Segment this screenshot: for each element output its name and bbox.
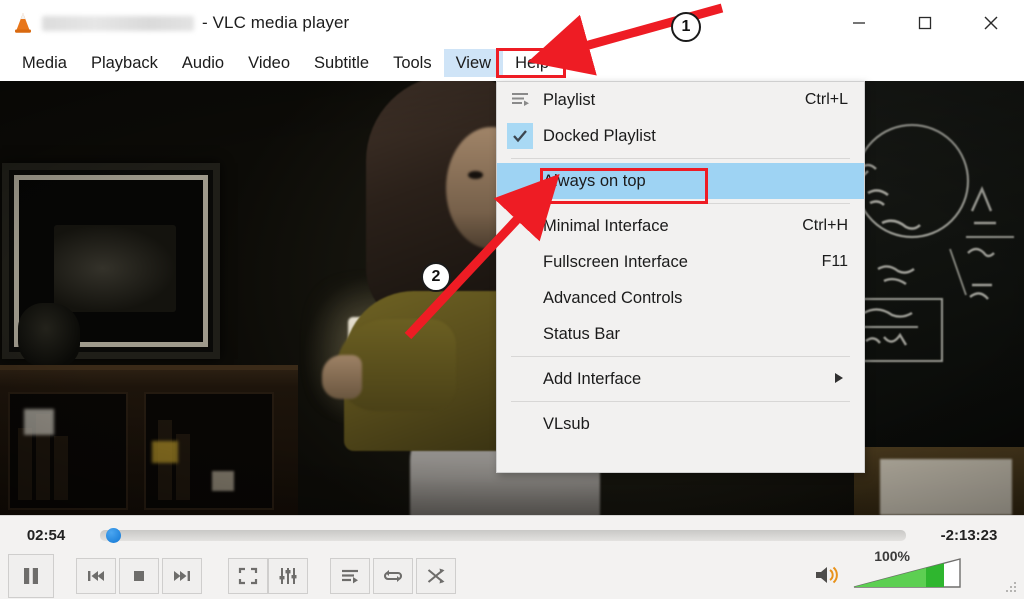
menu-item-label: Minimal Interface bbox=[543, 216, 669, 235]
menu-item-accel: Ctrl+L bbox=[804, 91, 848, 108]
menu-item-label: Status Bar bbox=[543, 324, 621, 343]
menu-item-label: VLsub bbox=[543, 414, 590, 433]
previous-button[interactable] bbox=[76, 558, 116, 594]
check-icon bbox=[507, 123, 533, 149]
menu-separator bbox=[511, 158, 850, 159]
menu-item-add-interface[interactable]: Add Interface bbox=[497, 361, 864, 397]
remaining-time: -2:13:23 bbox=[940, 526, 998, 544]
menu-item-vlsub[interactable]: VLsub bbox=[497, 406, 864, 442]
menu-tools[interactable]: Tools bbox=[381, 49, 444, 77]
menu-item-accel: F11 bbox=[821, 253, 848, 270]
menu-item-docked-playlist[interactable]: Docked Playlist bbox=[497, 118, 864, 154]
video-board-paper bbox=[880, 459, 1012, 515]
volume-slider[interactable] bbox=[852, 556, 964, 595]
video-shelf-label bbox=[212, 471, 234, 491]
menu-separator bbox=[511, 356, 850, 357]
video-shelf-white-item bbox=[24, 409, 54, 435]
loop-button[interactable] bbox=[373, 558, 413, 594]
menu-item-label: Fullscreen Interface bbox=[543, 252, 688, 271]
seek-row: 02:54 -2:13:23 bbox=[0, 522, 1024, 548]
menu-item-label: Playlist bbox=[543, 90, 596, 109]
seek-slider[interactable] bbox=[100, 527, 906, 543]
menu-separator bbox=[511, 401, 850, 402]
pause-button[interactable] bbox=[8, 554, 54, 598]
seek-knob[interactable] bbox=[106, 527, 121, 543]
window-title: - VLC media player bbox=[42, 10, 349, 36]
annotation-highlight-view bbox=[496, 48, 566, 78]
menu-item-fullscreen-interface[interactable]: Fullscreen Interface F11 bbox=[497, 244, 864, 280]
menu-media[interactable]: Media bbox=[10, 49, 79, 77]
annotation-marker-2: 2 bbox=[421, 262, 451, 292]
video-cabinet bbox=[0, 365, 298, 515]
video-shelf-object bbox=[18, 303, 80, 367]
close-button[interactable] bbox=[958, 0, 1024, 45]
fullscreen-button[interactable] bbox=[228, 558, 268, 594]
playlist-button[interactable] bbox=[330, 558, 370, 594]
menu-playback[interactable]: Playback bbox=[79, 49, 170, 77]
menu-item-label: Add Interface bbox=[543, 369, 642, 388]
next-button[interactable] bbox=[162, 558, 202, 594]
menu-audio[interactable]: Audio bbox=[170, 49, 236, 77]
view-dropdown-menu: Playlist Ctrl+L Docked Playlist Always o… bbox=[496, 81, 865, 473]
stop-button[interactable] bbox=[119, 558, 159, 594]
menu-item-advanced-controls[interactable]: Advanced Controls bbox=[497, 280, 864, 316]
video-chalkboard bbox=[854, 81, 1024, 451]
video-shelf-yellow-item bbox=[152, 441, 178, 463]
annotation-marker-1: 1 bbox=[671, 12, 701, 42]
menu-item-label: Docked Playlist bbox=[543, 126, 656, 145]
chevron-right-icon bbox=[834, 372, 864, 387]
annotation-highlight-always-on-top bbox=[540, 168, 708, 204]
menu-item-playlist[interactable]: Playlist Ctrl+L bbox=[497, 82, 864, 118]
menu-item-label: Advanced Controls bbox=[543, 288, 683, 307]
maximize-button[interactable] bbox=[892, 0, 958, 45]
menu-video[interactable]: Video bbox=[236, 49, 302, 77]
speaker-icon[interactable] bbox=[814, 564, 840, 591]
elapsed-time: 02:54 bbox=[26, 526, 66, 544]
window-controls bbox=[826, 0, 1024, 45]
menu-item-accel: Ctrl+H bbox=[802, 217, 848, 234]
title-bar: - VLC media player bbox=[0, 0, 1024, 45]
menu-item-minimal-interface[interactable]: Minimal Interface Ctrl+H bbox=[497, 208, 864, 244]
title-suffix: - VLC media player bbox=[202, 13, 350, 32]
extended-settings-button[interactable] bbox=[268, 558, 308, 594]
menu-item-status-bar[interactable]: Status Bar bbox=[497, 316, 864, 352]
blurred-filename bbox=[42, 15, 194, 31]
vlc-cone-icon bbox=[10, 10, 36, 36]
control-bar: 02:54 -2:13:23 100% bbox=[0, 515, 1024, 599]
vlc-window: - VLC media player Media Playback Audio … bbox=[0, 0, 1024, 599]
volume-control: 100% bbox=[808, 548, 988, 599]
minimize-button[interactable] bbox=[826, 0, 892, 45]
resize-grip[interactable] bbox=[1004, 580, 1018, 594]
menu-subtitle[interactable]: Subtitle bbox=[302, 49, 381, 77]
random-button[interactable] bbox=[416, 558, 456, 594]
menu-view[interactable]: View bbox=[443, 49, 504, 77]
playlist-icon bbox=[497, 82, 543, 118]
